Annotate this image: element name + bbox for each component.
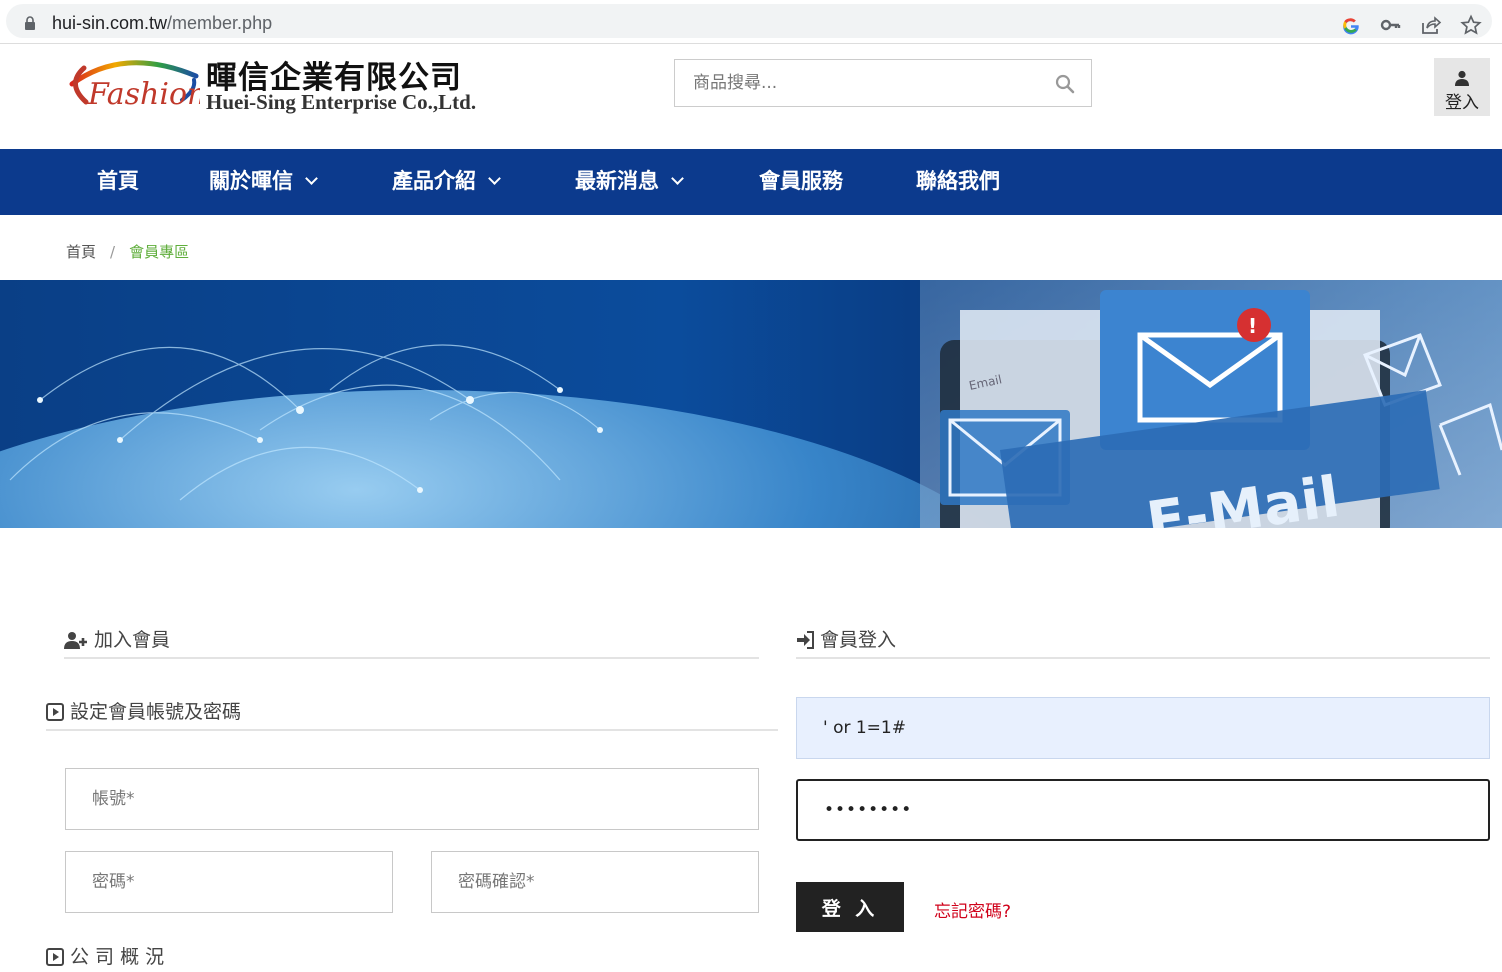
main-nav: 首頁 關於暉信 產品介紹 最新消息 會員服務 聯絡我們	[0, 149, 1502, 215]
logo-text: Fashion	[87, 77, 200, 112]
company-name-en: Huei-Sing Enterprise Co.,Ltd.	[206, 90, 477, 114]
register-title: 加入會員	[64, 625, 170, 652]
user-plus-icon	[64, 632, 87, 649]
search-input[interactable]	[675, 60, 1045, 106]
login-title: 會員登入	[796, 625, 896, 652]
login-button[interactable]: 登 入	[796, 882, 904, 932]
user-icon	[1455, 70, 1469, 86]
company-overview-text: 公 司 概 況	[70, 946, 165, 968]
google-icon[interactable]	[1340, 14, 1362, 36]
nav-item-label: 產品介紹	[392, 169, 476, 193]
login-divider	[796, 657, 1490, 659]
nav-item-label: 首頁	[97, 169, 139, 193]
share-icon[interactable]	[1420, 14, 1442, 36]
breadcrumb-separator: /	[110, 243, 116, 261]
banner-image: Email ! E-Mail	[0, 280, 1502, 528]
nav-item-label: 關於暉信	[209, 169, 293, 193]
login-password-field[interactable]	[796, 779, 1490, 841]
account-setup-text: 設定會員帳號及密碼	[70, 701, 242, 723]
company-logo[interactable]: Fashion 暉信企業有限公司 Huei-Sing Enterprise Co…	[64, 50, 476, 120]
search-icon[interactable]	[1055, 74, 1075, 94]
chevron-down-icon	[305, 172, 318, 185]
play-square-icon	[46, 948, 64, 966]
account-setup-title: 設定會員帳號及密碼	[46, 697, 241, 724]
member-banner: Email ! E-Mail	[0, 280, 1502, 528]
register-title-text: 加入會員	[94, 629, 171, 651]
header-login-button[interactable]: 登入	[1434, 58, 1490, 116]
sign-in-icon	[797, 631, 814, 649]
lock-icon[interactable]	[24, 16, 36, 30]
account-setup-divider	[46, 729, 778, 731]
url-host: hui-sin.com.tw	[52, 13, 168, 33]
play-square-icon	[46, 703, 64, 721]
nav-item-member[interactable]: 會員服務	[759, 149, 843, 215]
register-divider	[64, 657, 759, 659]
chevron-down-icon	[488, 172, 501, 185]
nav-item-products[interactable]: 產品介紹	[392, 149, 501, 215]
nav-item-contact[interactable]: 聯絡我們	[916, 149, 1000, 215]
url-path: /member.php	[167, 13, 273, 33]
header-login-label: 登入	[1445, 93, 1479, 113]
url-text[interactable]: hui-sin.com.tw/member.php	[52, 13, 272, 34]
forgot-password-link[interactable]: 忘記密碼?	[934, 897, 1011, 922]
star-icon[interactable]	[1460, 14, 1482, 36]
nav-item-label: 會員服務	[759, 169, 843, 193]
nav-item-about[interactable]: 關於暉信	[209, 149, 318, 215]
svg-text:!: !	[1248, 314, 1257, 338]
login-username-field[interactable]	[796, 697, 1490, 759]
nav-item-label: 最新消息	[575, 169, 659, 193]
product-search	[674, 59, 1092, 107]
register-account-field[interactable]	[65, 768, 759, 830]
nav-item-news[interactable]: 最新消息	[575, 149, 684, 215]
breadcrumb: 首頁 / 會員專區	[66, 241, 189, 262]
breadcrumb-current: 會員專區	[129, 243, 190, 261]
register-password-field[interactable]	[65, 851, 393, 913]
url-field[interactable]: hui-sin.com.tw/member.php	[6, 4, 1492, 38]
fashion-logo-mark: Fashion	[69, 60, 200, 112]
browser-address-bar: hui-sin.com.tw/member.php	[0, 0, 1502, 44]
breadcrumb-home[interactable]: 首頁	[66, 243, 96, 261]
register-password-confirm-field[interactable]	[431, 851, 759, 913]
login-title-text: 會員登入	[820, 629, 897, 651]
nav-item-label: 聯絡我們	[916, 169, 1000, 193]
company-overview-title: 公 司 概 況	[46, 942, 164, 969]
nav-item-home[interactable]: 首頁	[97, 149, 139, 215]
key-icon[interactable]	[1380, 14, 1402, 36]
chevron-down-icon	[671, 172, 684, 185]
